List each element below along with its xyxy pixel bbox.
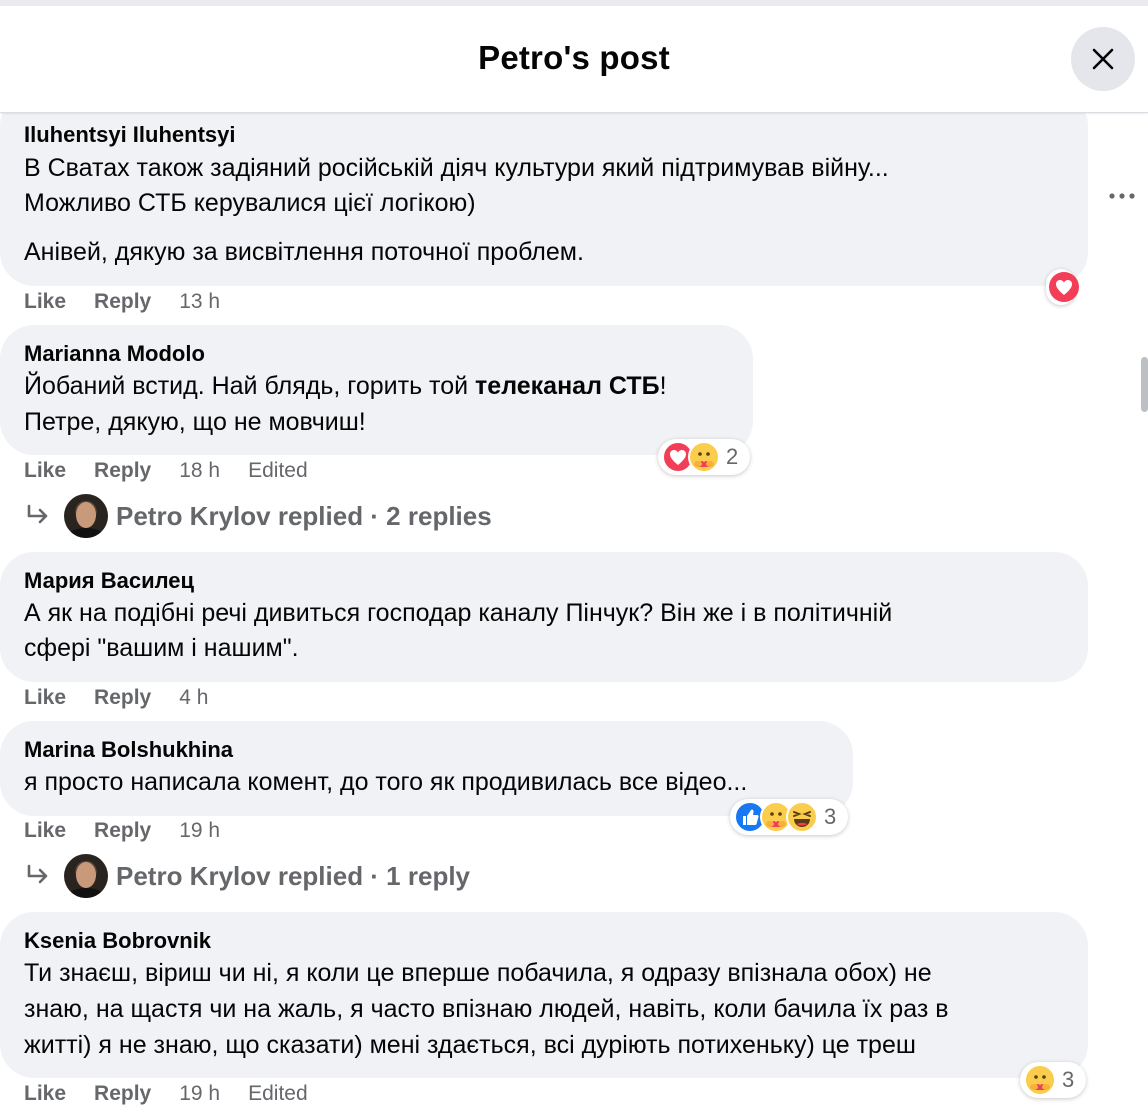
reply-link[interactable]: Reply [94, 290, 151, 314]
like-link[interactable]: Like [24, 819, 66, 843]
reply-arrow-icon [27, 864, 48, 884]
replies-summary: Petro Krylov replied · 1 reply [116, 860, 471, 891]
comment-text: Йобаний встид. Най блядь, горить той тел… [24, 369, 667, 404]
comment-text: А як на подібні речі дивиться господар к… [24, 599, 893, 627]
comment-text-part: ! [659, 372, 667, 400]
comment-text: житті) я не знаю, що сказати) мені здаєт… [24, 1031, 916, 1059]
comment-actions: Like Reply 4 h [24, 686, 208, 710]
haha-reaction-icon [786, 801, 818, 833]
page-title: Petro's post [478, 39, 670, 76]
comment-author[interactable]: Marianna Modolo [24, 341, 205, 367]
comment-text: В Сватах також задіяний російській діяч … [24, 154, 889, 182]
scrollbar-thumb[interactable] [1141, 357, 1148, 412]
view-replies-link[interactable]: Petro Krylov replied · 2 replies [24, 494, 492, 538]
comment-options-button[interactable] [1105, 186, 1139, 206]
comment-text: Анівей, дякую за висвітлення поточної пр… [24, 238, 584, 266]
edited-label: Edited [248, 459, 308, 482]
reaction-count: 2 [726, 444, 739, 469]
reaction-summary[interactable]: 2 [658, 439, 751, 475]
comment-timestamp[interactable]: 19 h [179, 1082, 220, 1106]
love-reaction-icon [1049, 272, 1079, 302]
comment-actions: Like Reply 13 h [24, 290, 220, 314]
reaction-count: 3 [1062, 1067, 1075, 1092]
comment-timestamp[interactable]: 4 h [179, 686, 208, 710]
comment-author[interactable]: Iluhentsyi Iluhentsyi [24, 122, 235, 148]
reaction-summary[interactable]: 3 [1020, 1062, 1087, 1098]
comment-timestamp[interactable]: 13 h [179, 290, 220, 314]
comment-actions: Like Reply 19 h Edited [24, 1082, 308, 1106]
comment-text: сфері "вашим і нашим". [24, 634, 299, 662]
reaction-count: 3 [824, 804, 837, 829]
comment-timestamp[interactable]: 19 h [179, 819, 220, 843]
avatar [64, 854, 108, 898]
comment-text-part: Йобаний встид. Най блядь, горить той [24, 372, 476, 400]
comment-text: Ти знаєш, віриш чи ні, я коли це вперше … [24, 959, 932, 987]
post-dialog-header: Petro's post [0, 6, 1148, 113]
care-reaction-icon [688, 441, 720, 473]
like-link[interactable]: Like [24, 686, 66, 710]
like-link[interactable]: Like [24, 1082, 66, 1106]
comment-author[interactable]: Ksenia Bobrovnik [24, 928, 211, 954]
like-link[interactable]: Like [24, 459, 66, 483]
edited-label: Edited [248, 1082, 308, 1105]
comment-author[interactable]: Marina Bolshukhina [24, 737, 233, 763]
view-replies-link[interactable]: Petro Krylov replied · 1 reply [24, 854, 470, 898]
comment-text: я просто написала комент, до того як про… [24, 768, 748, 796]
reply-link[interactable]: Reply [94, 686, 151, 710]
replies-summary: Petro Krylov replied · 2 replies [116, 500, 492, 531]
avatar [64, 494, 108, 538]
comment-timestamp[interactable]: 18 h [179, 459, 220, 483]
reaction-summary[interactable] [1046, 269, 1079, 305]
reaction-summary[interactable]: 3 [730, 799, 849, 835]
reply-arrow-icon [27, 504, 48, 524]
close-button[interactable] [1071, 27, 1135, 91]
reply-link[interactable]: Reply [94, 819, 151, 843]
close-icon [1092, 48, 1114, 70]
care-reaction-icon [1024, 1064, 1056, 1096]
comment-author[interactable]: Мария Василец [24, 568, 194, 594]
like-link[interactable]: Like [24, 290, 66, 314]
comment-actions: Like Reply 19 h [24, 819, 220, 843]
comment-text: Можливо СТБ керувалися цієї логікою) [24, 189, 476, 217]
comment-text-bold: телеканал СТБ [475, 372, 660, 400]
reply-link[interactable]: Reply [94, 1082, 151, 1106]
reply-link[interactable]: Reply [94, 459, 151, 483]
more-horizontal-icon [1109, 193, 1135, 199]
comment-actions: Like Reply 18 h Edited [24, 459, 308, 483]
comment-text: Петре, дякую, що не мовчиш! [24, 408, 366, 436]
comment-text: знаю, на щастя чи на жаль, я часто впізн… [24, 995, 949, 1023]
